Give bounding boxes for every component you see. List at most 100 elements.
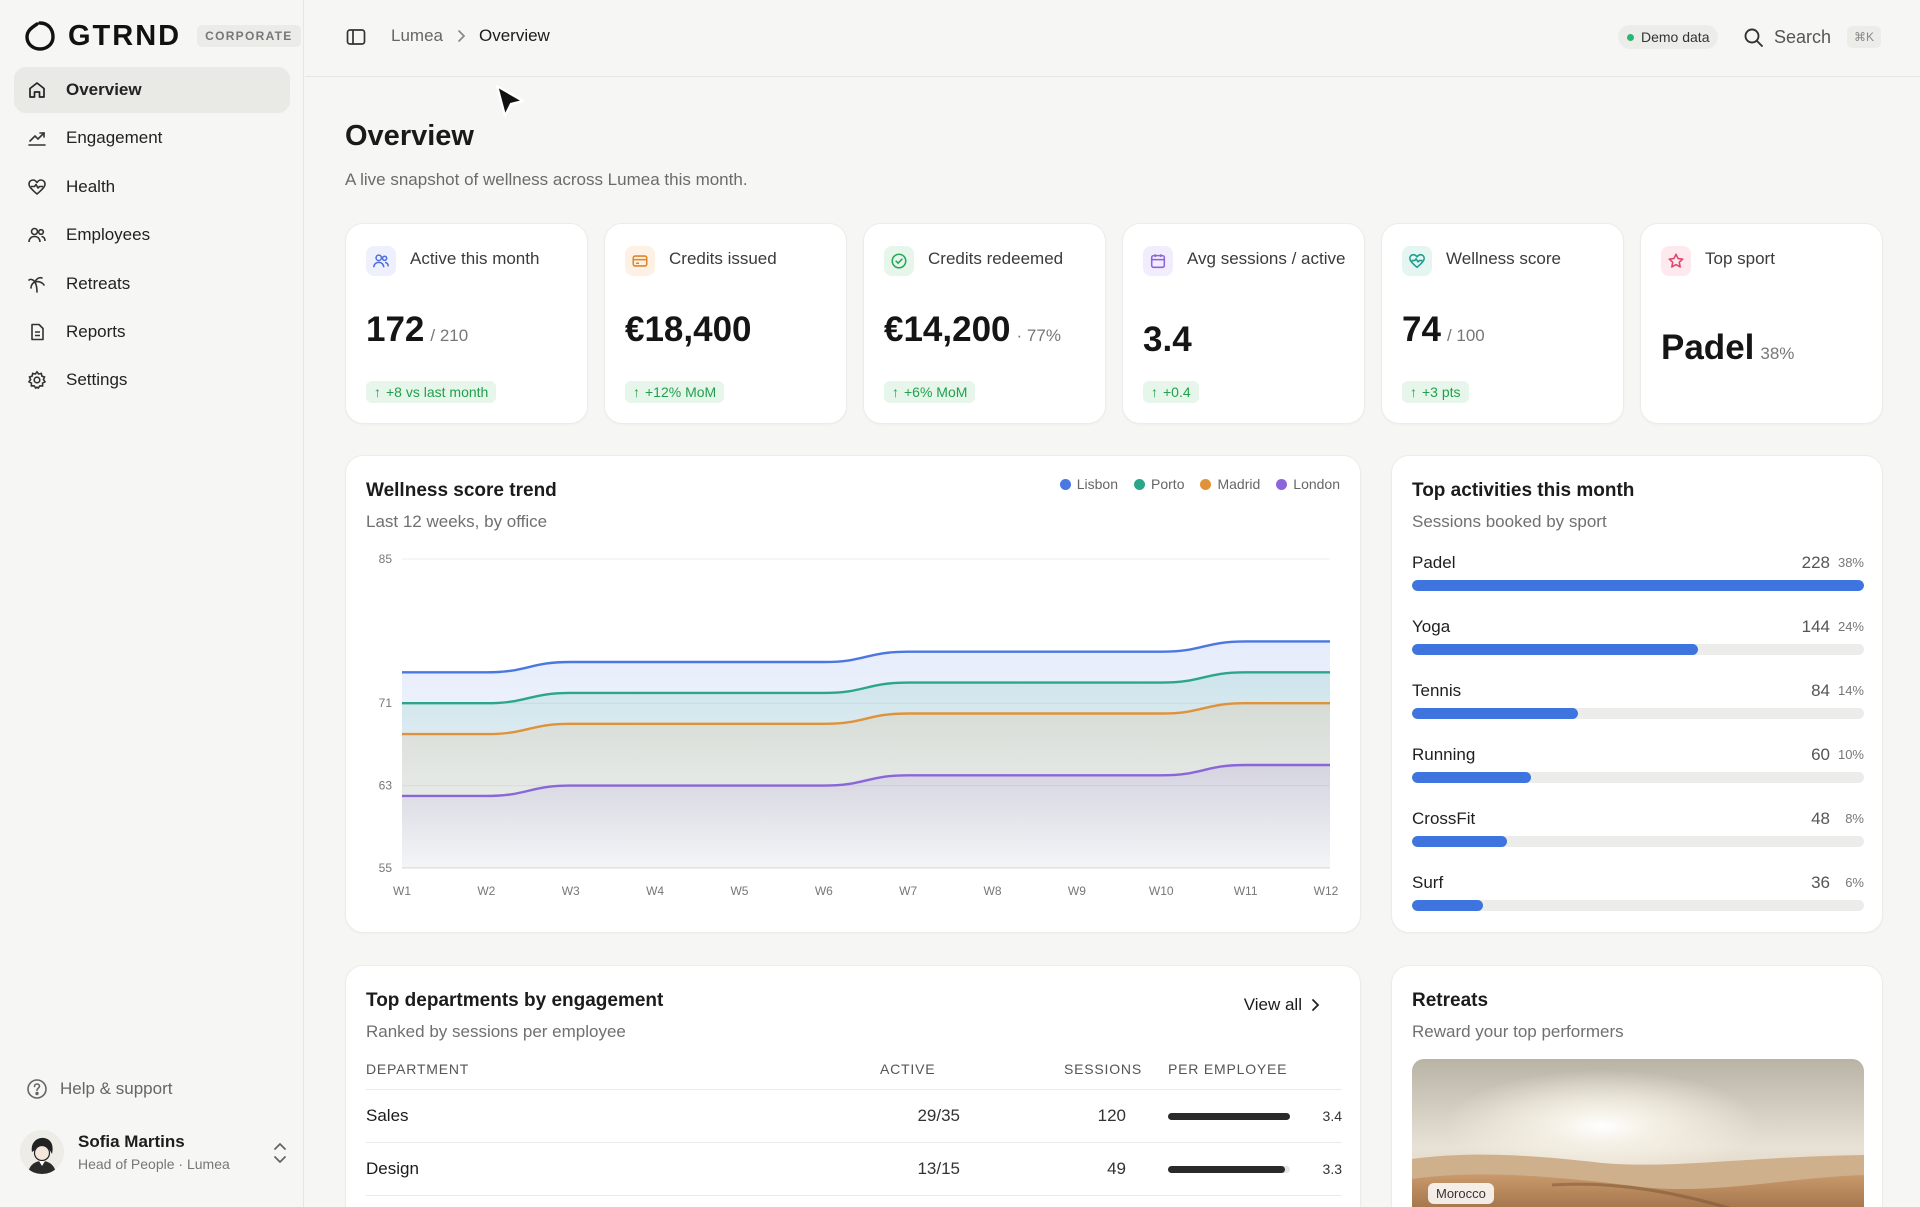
activity-row-crossfit[interactable]: CrossFit 48 8% — [1412, 809, 1864, 865]
user-menu[interactable]: Sofia Martins Head of People · Lumea — [20, 1126, 290, 1178]
kpi-card-wellness-score[interactable]: Wellness score 74 / 100 ↑ +3 pts — [1381, 223, 1624, 424]
activity-bar — [1412, 580, 1864, 591]
activity-count: 84 — [1811, 681, 1830, 700]
activity-bar-track — [1412, 644, 1864, 655]
card-title: Top departments by engagement — [366, 990, 664, 1011]
column-header-per-employee[interactable]: PER EMPLOYEE — [1168, 1061, 1287, 1077]
session-count: 120 — [1097, 1106, 1126, 1125]
avatar-illustration — [20, 1130, 64, 1174]
card-subtitle: Ranked by sessions per employee — [366, 1022, 626, 1041]
sidebar-item-overview[interactable]: Overview — [14, 67, 290, 113]
sidebar-item-employees[interactable]: Employees — [14, 212, 290, 258]
kpi-card-avg-sessions[interactable]: Avg sessions / active 3.4 ↑ +0.4 — [1122, 223, 1365, 424]
demo-data-label: Demo data — [1641, 29, 1710, 45]
x-tick-label: W6 — [815, 884, 833, 898]
kpi-suffix: 38% — [1760, 344, 1795, 363]
table-divider — [366, 1195, 1342, 1196]
kpi-card-credits-redeemed[interactable]: Credits redeemed €14,200 · 77% ↑ +6% MoM — [863, 223, 1106, 424]
activity-count: 144 — [1801, 617, 1830, 636]
column-header-active[interactable]: ACTIVE — [880, 1061, 935, 1077]
kpi-suffix: / 210 — [430, 326, 469, 345]
sidebar-item-label: Retreats — [66, 273, 131, 293]
kpi-header: Avg sessions / active — [1143, 246, 1353, 276]
top-activities-card: Top activities this month Sessions booke… — [1391, 455, 1883, 933]
kpi-label: Active this month — [410, 249, 540, 268]
activity-bar-track — [1412, 580, 1864, 591]
kpi-card-credits-issued[interactable]: Credits issued €18,400 ↑ +12% MoM — [604, 223, 847, 424]
column-header-department[interactable]: DEPARTMENT — [366, 1061, 469, 1077]
sidebar-item-reports[interactable]: Reports — [14, 309, 290, 355]
home-icon — [29, 82, 45, 98]
users-icon — [28, 227, 46, 243]
brand[interactable]: GTRND CORPORATE — [24, 18, 301, 54]
chevron-right-icon — [1312, 999, 1320, 1011]
breadcrumb-root[interactable]: Lumea — [391, 26, 443, 46]
activity-percent: 8% — [1845, 811, 1864, 826]
kpi-value-group: 172 / 210 — [366, 310, 468, 350]
kpi-value: €18,400 — [625, 310, 752, 349]
kpi-delta-badge: ↑ +6% MoM — [884, 381, 976, 403]
activity-name: Tennis — [1412, 681, 1462, 700]
sidebar-item-health[interactable]: Health — [14, 164, 290, 210]
sidebar-item-engagement[interactable]: Engagement — [14, 115, 290, 161]
search-label: Search — [1774, 26, 1832, 47]
y-tick-label: 55 — [379, 861, 393, 875]
arrow-up-icon: ↑ — [374, 384, 381, 400]
kpi-card-top-sport[interactable]: Top sport Padel 38% — [1640, 223, 1883, 424]
sidebar: GTRND CORPORATE Overview Engagement Heal… — [0, 0, 304, 1207]
arrow-up-icon: ↑ — [633, 384, 640, 400]
activity-row-surf[interactable]: Surf 36 6% — [1412, 873, 1864, 929]
activity-row-padel[interactable]: Padel 228 38% — [1412, 553, 1864, 609]
topbar: Lumea Overview Demo data Search ⌘K — [305, 0, 1920, 77]
activity-row-tennis[interactable]: Tennis 84 14% — [1412, 681, 1864, 737]
x-tick-label: W10 — [1149, 884, 1174, 898]
kpi-card-active[interactable]: Active this month 172 / 210 ↑ +8 vs last … — [345, 223, 588, 424]
search-shortcut: ⌘K — [1847, 26, 1882, 48]
card-title: Top activities this month — [1412, 480, 1635, 501]
column-header-sessions[interactable]: SESSIONS — [1064, 1061, 1142, 1077]
sidebar-item-settings[interactable]: Settings — [14, 357, 290, 403]
activity-percent: 6% — [1845, 875, 1864, 890]
kpi-delta-badge: ↑ +12% MoM — [625, 381, 725, 403]
activity-row-yoga[interactable]: Yoga 144 24% — [1412, 617, 1864, 673]
activity-name: Surf — [1412, 873, 1444, 892]
kpi-value-group: 74 / 100 — [1402, 310, 1485, 350]
kpi-value: €14,200 — [884, 310, 1011, 349]
x-tick-label: W8 — [984, 884, 1002, 898]
avatar — [20, 1130, 64, 1174]
table-divider — [366, 1142, 1342, 1143]
retreat-image[interactable]: Morocco — [1412, 1059, 1864, 1207]
logo-icon — [25, 21, 55, 51]
plan-badge: CORPORATE — [197, 25, 301, 47]
active-count: 29/35 — [917, 1106, 960, 1125]
user-info: Sofia Martins Head of People · Lumea — [78, 1132, 230, 1172]
check-circle-icon — [884, 246, 914, 276]
sidebar-toggle-icon[interactable] — [345, 26, 367, 48]
view-all-link[interactable]: View all — [1244, 995, 1320, 1015]
activity-name: Padel — [1412, 553, 1456, 572]
sidebar-item-label: Engagement — [66, 128, 163, 148]
activity-count: 48 — [1811, 809, 1830, 828]
kpi-suffix: / 100 — [1446, 326, 1485, 345]
activity-name: CrossFit — [1412, 809, 1476, 828]
retreats-card: Retreats Reward your top performers Moro… — [1391, 965, 1883, 1207]
y-tick-label: 63 — [379, 779, 393, 793]
chevron-up-down-icon — [274, 1143, 286, 1163]
sidebar-item-retreats[interactable]: Retreats — [14, 261, 290, 307]
arrow-up-icon: ↑ — [892, 384, 899, 400]
activity-row-running[interactable]: Running 60 10% — [1412, 745, 1864, 801]
search-button[interactable]: Search ⌘K — [1743, 23, 1882, 51]
activity-name: Running — [1412, 745, 1476, 764]
per-employee-bar — [1168, 1113, 1290, 1120]
kpi-value-group: 3.4 — [1143, 320, 1192, 360]
sidebar-item-label: Overview — [66, 80, 142, 99]
mouse-pointer-icon — [495, 84, 525, 118]
activity-bar-track — [1412, 708, 1864, 719]
y-tick-label: 85 — [379, 552, 393, 566]
help-support-link[interactable]: Help & support — [26, 1078, 172, 1100]
activity-bar — [1412, 708, 1579, 719]
kpi-value: 74 — [1402, 310, 1441, 349]
card-subtitle: Reward your top performers — [1412, 1022, 1624, 1041]
activity-count: 60 — [1811, 745, 1830, 764]
kpi-header: Active this month — [366, 246, 576, 276]
